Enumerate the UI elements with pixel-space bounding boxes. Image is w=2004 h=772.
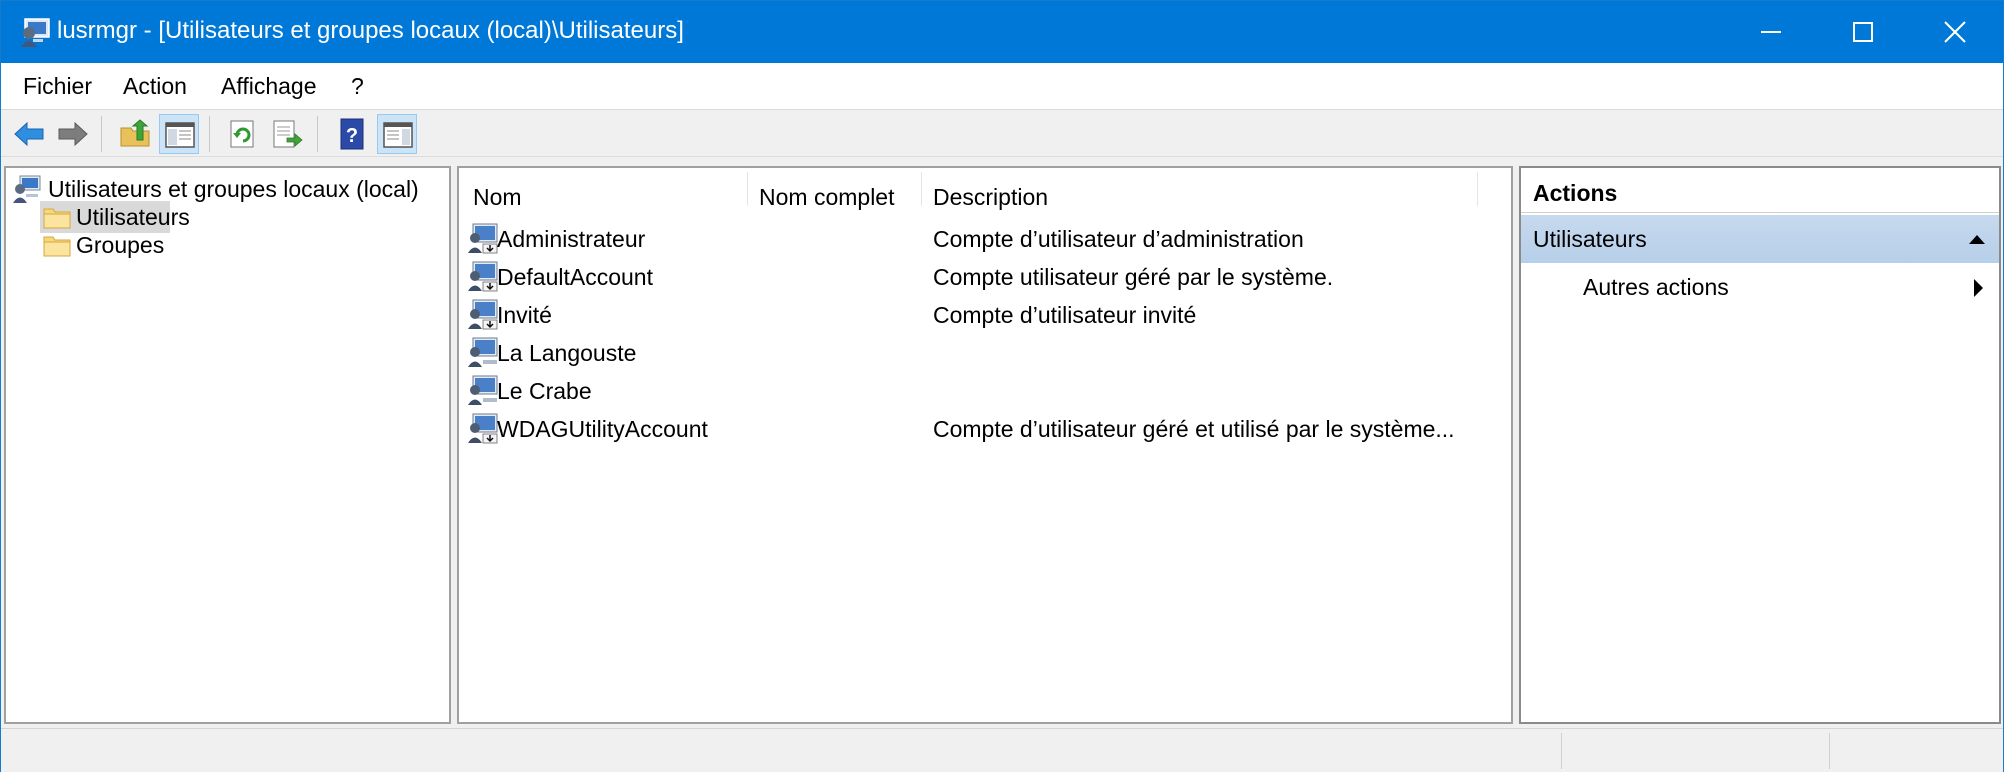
column-divider[interactable] (747, 172, 748, 206)
column-divider[interactable] (921, 172, 922, 206)
user-account-icon (468, 337, 498, 367)
console-tree-pane[interactable]: Utilisateurs et groupes locaux (local) U… (4, 166, 451, 724)
actions-pane-title: Actions (1521, 168, 1999, 213)
title-bar[interactable]: lusrmgr - [Utilisateurs et groupes locau… (1, 1, 2003, 63)
toolbar-separator (317, 116, 318, 152)
user-account-icon (468, 223, 498, 254)
cell-description: Compte d’utilisateur invité (933, 302, 1197, 328)
actions-section-label: Utilisateurs (1533, 226, 1647, 252)
user-account-icon (468, 261, 498, 292)
tree-item-label: Groupes (76, 232, 165, 258)
export-list-icon (273, 120, 303, 148)
collapse-up-arrow-icon (1969, 235, 1985, 244)
up-folder-icon (120, 119, 150, 147)
list-header: Nom Nom complet Description (459, 168, 1511, 210)
computer-management-icon (19, 15, 53, 49)
menu-action[interactable]: Action (123, 73, 187, 100)
back-arrow-icon (14, 121, 44, 147)
folder-icon (43, 208, 71, 229)
column-divider[interactable] (1477, 172, 1478, 206)
close-icon (1944, 21, 1966, 43)
cell-nom: La Langouste (497, 340, 637, 366)
menu-bar: Fichier Action Affichage ? (1, 63, 2003, 110)
list-row-user[interactable]: La Langouste (467, 334, 1497, 372)
minimize-button[interactable] (1725, 1, 1817, 63)
menu-fichier[interactable]: Fichier (23, 73, 92, 100)
list-row-user[interactable]: Administrateur Compte d’utilisateur d’ad… (467, 220, 1497, 258)
menu-affichage[interactable]: Affichage (221, 73, 316, 100)
tree-root-label: Utilisateurs et groupes locaux (local) (48, 176, 419, 202)
list-row-user[interactable]: DefaultAccount Compte utilisateur géré p… (467, 258, 1497, 296)
show-hide-action-pane-icon (383, 122, 413, 148)
actions-pane: Actions Utilisateurs Autres actions (1519, 166, 2001, 724)
close-button[interactable] (1909, 1, 2001, 63)
column-header-description[interactable]: Description (933, 184, 1048, 211)
help-button[interactable]: ? (331, 114, 371, 154)
list-row-user[interactable]: Invité Compte d’utilisateur invité (467, 296, 1497, 334)
forward-button[interactable] (53, 114, 93, 154)
window-title: lusrmgr - [Utilisateurs et groupes locau… (57, 17, 684, 44)
show-hide-action-pane-button[interactable] (377, 114, 417, 154)
toolbar-separator (101, 116, 102, 152)
folder-icon (43, 236, 71, 257)
cell-description: Compte d’utilisateur d’administration (933, 226, 1304, 252)
actions-title-label: Actions (1533, 180, 1618, 206)
actions-section-utilisateurs[interactable]: Utilisateurs (1521, 215, 1999, 263)
menu-help[interactable]: ? (351, 73, 364, 100)
user-account-icon (468, 299, 498, 330)
cell-nom: WDAGUtilityAccount (497, 416, 708, 442)
action-item-label: Autres actions (1583, 274, 1729, 300)
minimize-icon (1761, 31, 1781, 33)
status-divider (1561, 733, 1562, 769)
action-autres-actions[interactable]: Autres actions (1521, 268, 1999, 308)
column-header-nom[interactable]: Nom (473, 184, 522, 211)
submenu-right-arrow-icon (1974, 279, 1983, 297)
user-account-icon (468, 413, 498, 444)
column-header-nom-complet[interactable]: Nom complet (759, 184, 894, 211)
mmc-window: lusrmgr - [Utilisateurs et groupes locau… (0, 0, 2004, 772)
up-one-level-button[interactable] (115, 114, 155, 154)
computer-users-icon (13, 175, 41, 203)
toolbar: ? (1, 110, 2003, 157)
list-row-user[interactable]: Le Crabe (467, 372, 1497, 410)
cell-nom: Invité (497, 302, 552, 328)
show-hide-tree-icon (165, 122, 195, 148)
cell-nom: Le Crabe (497, 378, 592, 404)
refresh-button[interactable] (223, 114, 263, 154)
user-account-icon (468, 375, 498, 405)
status-bar (1, 728, 2003, 772)
toolbar-separator (209, 116, 210, 152)
refresh-icon (230, 120, 254, 148)
maximize-icon (1853, 22, 1873, 42)
cell-description: Compte utilisateur géré par le système. (933, 264, 1334, 290)
back-button[interactable] (9, 114, 49, 154)
status-divider (1829, 733, 1830, 769)
export-list-button[interactable] (267, 114, 307, 154)
cell-nom: Administrateur (497, 226, 646, 252)
maximize-button[interactable] (1817, 1, 1909, 63)
cell-nom: DefaultAccount (497, 264, 653, 290)
svg-text:?: ? (346, 125, 358, 147)
tree-item-label: Utilisateurs (76, 204, 190, 230)
show-hide-console-tree-button[interactable] (159, 114, 199, 154)
results-list-pane[interactable]: Nom Nom complet Description Administrate… (457, 166, 1513, 724)
forward-arrow-icon (58, 121, 88, 147)
list-row-user[interactable]: WDAGUtilityAccount Compte d’utilisateur … (467, 410, 1497, 448)
cell-description: Compte d’utilisateur géré et utilisé par… (933, 416, 1455, 442)
help-icon: ? (340, 118, 364, 150)
